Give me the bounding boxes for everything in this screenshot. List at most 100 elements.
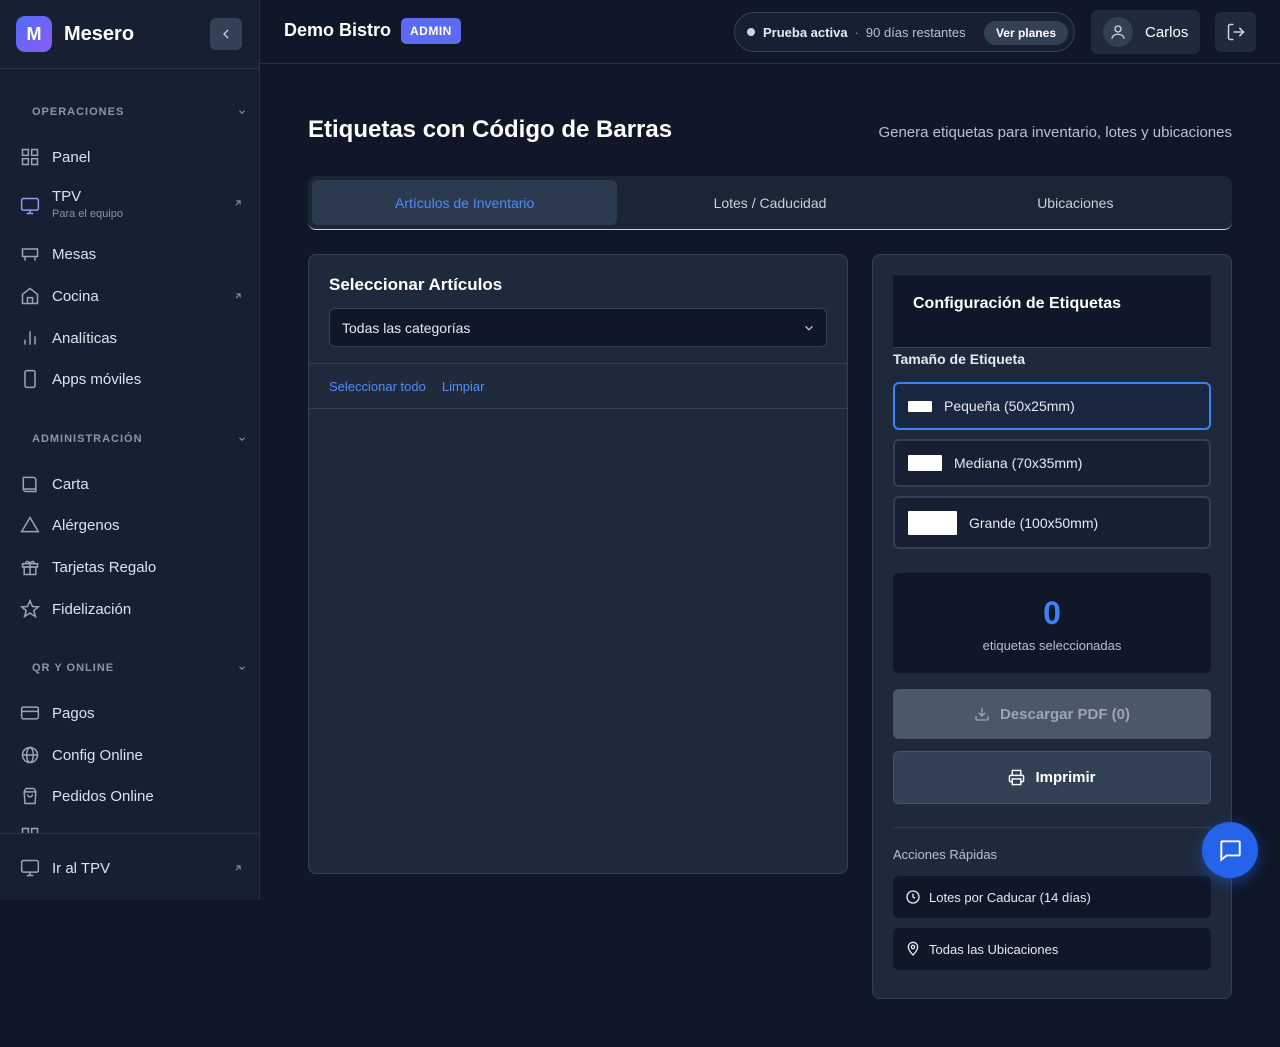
external-link-icon: [235, 293, 241, 299]
sidebar-item-label: Alérgenos: [52, 516, 120, 534]
role-badge: ADMIN: [401, 18, 461, 44]
section-title: OPERACIONES: [32, 106, 125, 118]
quick-action-label: Todas las Ubicaciones: [929, 941, 1059, 957]
printer-icon: [1009, 769, 1025, 786]
sidebar-item-label: Analíticas: [52, 329, 118, 347]
download-pdf-label: Descargar PDF (0): [999, 705, 1131, 723]
section-title: ADMINISTRACIÓN: [32, 433, 143, 445]
select-all-link[interactable]: Seleccionar todo: [329, 379, 426, 394]
print-label: Imprimir: [1035, 769, 1096, 786]
sidebar-item-fidelizacion[interactable]: Fidelización: [20, 599, 243, 619]
sidebar-item-carta[interactable]: Carta: [20, 474, 243, 494]
sidebar-item-tpv[interactable]: TPV Para el equipo: [20, 188, 243, 220]
grid-icon: [21, 148, 39, 166]
category-select[interactable]: Todas las categorías: [329, 308, 827, 347]
sidebar-nav[interactable]: OPERACIONES Panel TPV Para el equipo Mes…: [0, 69, 259, 833]
items-list[interactable]: [309, 409, 847, 873]
tab-lotes-caducidad[interactable]: Lotes / Caducidad: [617, 180, 922, 225]
section-administracion[interactable]: ADMINISTRACIÓN: [32, 433, 247, 445]
collapse-sidebar-button[interactable]: [210, 18, 242, 50]
sidebar-item-config-online[interactable]: Config Online: [20, 745, 243, 765]
chat-button[interactable]: [1202, 822, 1258, 878]
chevron-left-icon: [223, 29, 229, 39]
map-pin-icon: [907, 941, 919, 956]
chevron-down-icon: [805, 325, 813, 331]
download-pdf-button[interactable]: Descargar PDF (0): [893, 689, 1211, 739]
page-title: Etiquetas con Código de Barras: [308, 116, 673, 143]
size-swatch: [908, 400, 932, 412]
smartphone-icon: [24, 369, 36, 389]
size-option-label: Pequeña (50x25mm): [944, 398, 1075, 414]
sidebar-item-pagos[interactable]: Pagos: [20, 703, 243, 723]
go-to-tpv-link[interactable]: Ir al TPV: [20, 858, 243, 878]
section-operaciones[interactable]: OPERACIONES: [32, 106, 247, 118]
size-option-small[interactable]: Pequeña (50x25mm): [893, 382, 1211, 430]
chevron-down-icon: [239, 437, 245, 441]
bar-chart-icon: [24, 331, 36, 345]
external-link-icon: [235, 865, 241, 871]
sidebar-item-label: Config Online: [52, 746, 143, 764]
table-icon: [21, 248, 39, 261]
sidebar-item-alergenos[interactable]: Alérgenos: [20, 515, 243, 535]
trial-separator: ·: [854, 24, 859, 40]
selected-count-box: 0 etiquetas seleccionadas: [893, 573, 1211, 673]
sidebar-item-mesas[interactable]: Mesas: [20, 244, 243, 264]
print-button[interactable]: Imprimir: [893, 751, 1211, 804]
logout-button[interactable]: [1215, 12, 1256, 52]
sidebar-item-analiticas[interactable]: Analíticas: [20, 328, 243, 348]
sidebar-item-label: TPV: [52, 188, 82, 205]
download-icon: [975, 708, 989, 721]
sidebar-item-sublabel: Para el equipo: [52, 208, 123, 220]
chat-icon: [1220, 840, 1241, 862]
section-qr-online[interactable]: QR Y ONLINE: [32, 662, 247, 674]
sidebar-item-panel[interactable]: Panel: [20, 147, 243, 167]
tab-articulos-inventario[interactable]: Artículos de Inventario: [312, 180, 618, 225]
alert-triangle-icon: [20, 516, 40, 533]
sidebar-item-label: Carta: [52, 475, 89, 493]
quick-action-label: Lotes por Caducar (14 días): [929, 889, 1091, 905]
user-name: Carlos: [1145, 23, 1189, 41]
brand-name: Mesero: [64, 22, 135, 45]
quick-actions-title: Acciones Rápidas: [893, 847, 998, 862]
view-plans-button[interactable]: Ver planes: [983, 21, 1068, 45]
selected-count-label: etiquetas seleccionadas: [982, 638, 1122, 653]
clock-icon: [906, 890, 920, 904]
quick-action-all-locations[interactable]: Todas las Ubicaciones: [893, 928, 1211, 970]
gift-icon: [21, 560, 39, 576]
sidebar-item-partial[interactable]: [20, 826, 243, 833]
brand: M Mesero: [0, 0, 259, 69]
sidebar-item-apps-moviles[interactable]: Apps móviles: [20, 369, 243, 389]
size-option-label: Mediana (70x35mm): [954, 455, 1083, 471]
globe-icon: [21, 746, 39, 764]
section-title: QR Y ONLINE: [32, 662, 115, 674]
label-size-heading: Tamaño de Etiqueta: [893, 351, 1025, 367]
sidebar-item-cocina[interactable]: Cocina: [20, 286, 243, 306]
sidebar-item-label: Ir al TPV: [52, 859, 111, 877]
logo: M: [16, 16, 52, 52]
star-icon: [20, 599, 40, 619]
size-swatch: [908, 455, 942, 471]
sidebar-item-tarjetas-regalo[interactable]: Tarjetas Regalo: [20, 557, 243, 577]
external-link-icon: [235, 200, 241, 206]
avatar: [1103, 17, 1133, 47]
top-bar: Demo Bistro ADMIN Prueba activa · 90 día…: [260, 0, 1280, 64]
sidebar-item-label: Pagos: [52, 704, 95, 722]
selected-count: 0: [1043, 595, 1061, 631]
trial-days: 90 días restantes: [865, 24, 966, 40]
sidebar-item-label: Cocina: [52, 287, 99, 305]
quick-action-expiring-lots[interactable]: Lotes por Caducar (14 días): [893, 876, 1211, 918]
size-option-large[interactable]: Grande (100x50mm): [893, 496, 1211, 549]
chevron-down-icon: [239, 666, 245, 670]
sidebar-item-label: Mesas: [52, 245, 97, 263]
book-icon: [22, 476, 37, 493]
monitor-icon: [20, 197, 40, 215]
home-icon: [21, 287, 39, 305]
clear-link[interactable]: Limpiar: [442, 379, 485, 394]
logout-icon: [1227, 23, 1245, 41]
user-menu-button[interactable]: Carlos: [1091, 10, 1200, 54]
sidebar-item-pedidos-online[interactable]: Pedidos Online: [20, 786, 243, 806]
chevron-down-icon: [239, 110, 245, 114]
size-option-medium[interactable]: Mediana (70x35mm): [893, 439, 1211, 487]
credit-card-icon: [20, 706, 40, 720]
tab-ubicaciones[interactable]: Ubicaciones: [923, 180, 1228, 225]
